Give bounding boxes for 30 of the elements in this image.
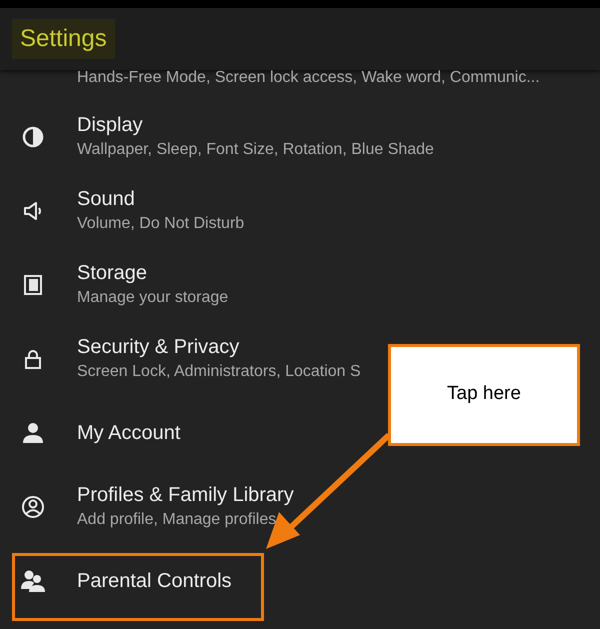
lock-icon	[22, 348, 42, 370]
profile-circle-icon	[20, 495, 44, 519]
item-title: Sound	[77, 187, 136, 212]
item-title: Storage	[77, 261, 148, 286]
item-subtitle: Volume, Do Not Disturb	[77, 214, 244, 234]
settings-item[interactable]: My Account	[0, 396, 180, 470]
item-subtitle: Add profile, Manage profiles	[77, 510, 278, 530]
item-title: Parental Controls	[77, 569, 232, 594]
person-icon	[20, 421, 44, 445]
contrast-icon	[22, 126, 44, 148]
settings-item[interactable]: Profiles & Family Library Add profile, Manage profiles	[0, 470, 294, 544]
item-title: My Account	[77, 421, 180, 446]
settings-item[interactable]: Hands-Free Mode, Screen lock access, Wake word, Communic...	[0, 66, 540, 100]
people-icon	[20, 569, 46, 593]
item-title: Profiles & Family Library	[77, 483, 294, 508]
settings-item[interactable]: Parental Controls	[0, 544, 232, 618]
callout-text: Tap here	[447, 383, 521, 406]
settings-item[interactable]: Display Wallpaper, Sleep, Font Size, Rotation, Blue Shade	[0, 100, 434, 174]
settings-item[interactable]: Sound Volume, Do Not Disturb	[0, 174, 244, 248]
header-title: Settings	[12, 19, 115, 59]
settings-item[interactable]: Storage Manage your storage	[0, 248, 228, 322]
speaker-icon	[22, 200, 44, 222]
item-subtitle: Hands-Free Mode, Screen lock access, Wake word, Communic...	[77, 68, 540, 88]
item-subtitle: Screen Lock, Administrators, Location S	[77, 362, 361, 382]
item-title: Display	[77, 113, 144, 138]
item-subtitle: Wallpaper, Sleep, Font Size, Rotation, Blue Shade	[77, 140, 434, 160]
item-title: Security & Privacy	[77, 335, 240, 360]
storage-icon	[22, 274, 42, 296]
settings-item[interactable]: Security & Privacy Screen Lock, Administrators, Location S	[0, 322, 361, 396]
item-subtitle: Manage your storage	[77, 288, 228, 308]
